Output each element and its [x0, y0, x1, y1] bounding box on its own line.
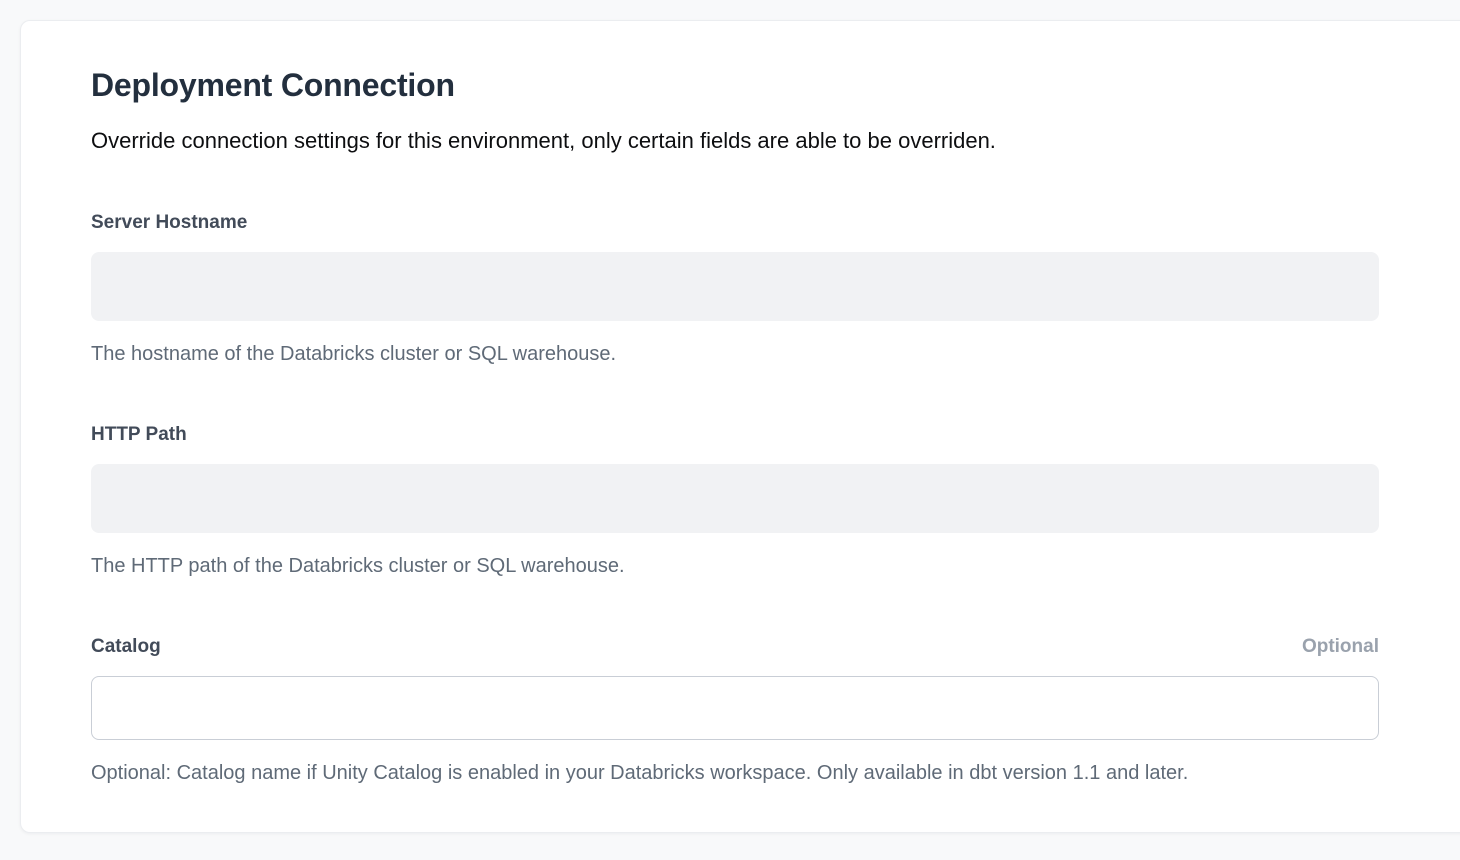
page-subtitle: Override connection settings for this en… [91, 128, 1379, 154]
http-path-label-row: HTTP Path [91, 424, 1379, 446]
field-server-hostname: Server Hostname The hostname of the Data… [91, 212, 1379, 366]
server-hostname-label: Server Hostname [91, 212, 247, 234]
field-catalog: Catalog Optional Optional: Catalog name … [91, 636, 1379, 785]
catalog-label-row: Catalog Optional [91, 636, 1379, 658]
deployment-connection-card: Deployment Connection Override connectio… [20, 20, 1460, 833]
http-path-helper: The HTTP path of the Databricks cluster … [91, 554, 1379, 578]
page-title: Deployment Connection [91, 66, 1379, 104]
catalog-helper: Optional: Catalog name if Unity Catalog … [91, 761, 1379, 785]
field-http-path: HTTP Path The HTTP path of the Databrick… [91, 424, 1379, 578]
http-path-label: HTTP Path [91, 424, 187, 446]
catalog-label: Catalog [91, 636, 161, 658]
server-hostname-helper: The hostname of the Databricks cluster o… [91, 342, 1379, 366]
http-path-input [91, 464, 1379, 533]
server-hostname-input [91, 252, 1379, 321]
catalog-input[interactable] [91, 676, 1379, 740]
card-content: Deployment Connection Override connectio… [21, 21, 1381, 785]
catalog-optional-tag: Optional [1302, 636, 1379, 658]
server-hostname-label-row: Server Hostname [91, 212, 1379, 234]
